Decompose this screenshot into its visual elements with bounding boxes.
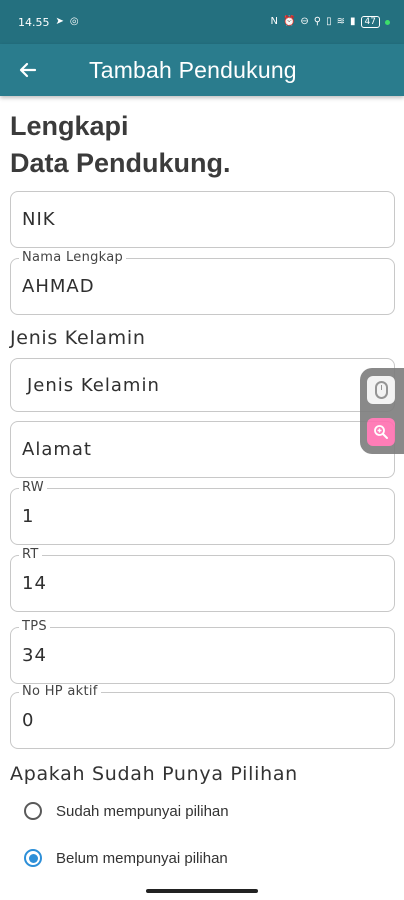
zoom-button[interactable] (367, 418, 395, 446)
home-indicator[interactable] (146, 889, 258, 893)
nama-lengkap-label: Nama Lengkap (19, 250, 127, 265)
rw-field[interactable]: RW 1 (10, 480, 395, 545)
rt-value: 14 (22, 573, 47, 594)
status-right: N ⏰ ⊖ ⚲ ▯ ≋ ▮ 47 (270, 16, 390, 28)
alamat-field[interactable]: Alamat (10, 421, 395, 478)
tps-value: 34 (22, 645, 47, 666)
alarm-icon: ⏰ (282, 16, 296, 27)
whatsapp-icon: ◎ (69, 16, 79, 27)
rt-field[interactable]: RT 14 (10, 547, 395, 612)
back-button[interactable] (0, 44, 56, 96)
radio-option-belum[interactable]: Belum mempunyai pilihan (24, 849, 228, 867)
signal-icon: ▮ (350, 16, 356, 27)
battery-indicator: 47 (360, 16, 380, 28)
location-icon: ⚲ (313, 16, 322, 27)
radio-option-label: Sudah mempunyai pilihan (56, 802, 229, 820)
pilihan-section-label: Apakah Sudah Punya Pilihan (10, 763, 298, 785)
mouse-button[interactable] (367, 376, 395, 404)
page-title: Tambah Pendukung (89, 56, 297, 83)
vibrate-icon: ▯ (326, 16, 332, 27)
wifi-icon: ≋ (336, 16, 346, 27)
tps-label: TPS (19, 619, 50, 634)
telegram-icon: ➤ (55, 16, 64, 27)
jenis-kelamin-section-label: Jenis Kelamin (10, 327, 146, 349)
tps-field[interactable]: TPS 34 (10, 619, 395, 684)
rw-value: 1 (22, 506, 35, 527)
no-hp-value: 0 (22, 710, 35, 731)
form-heading: Lengkapi Data Pendukung. (10, 108, 231, 182)
nik-field[interactable]: NIK (10, 191, 395, 248)
floating-tool-panel[interactable] (360, 368, 404, 454)
heading-line-2: Data Pendukung. (10, 148, 231, 178)
radio-checked-icon[interactable] (24, 849, 42, 867)
nama-lengkap-value: AHMAD (22, 276, 95, 297)
navigation-bar (0, 884, 404, 900)
radio-option-sudah[interactable]: Sudah mempunyai pilihan (24, 802, 229, 820)
radio-unchecked-icon[interactable] (24, 802, 42, 820)
radio-option-label: Belum mempunyai pilihan (56, 849, 228, 867)
mouse-icon (374, 381, 388, 399)
nik-placeholder: NIK (22, 209, 56, 230)
alamat-placeholder: Alamat (22, 439, 92, 460)
status-time: 14.55 (18, 15, 50, 29)
dnd-icon: ⊖ (300, 16, 309, 27)
status-left: 14.55 ➤ ◎ (18, 16, 79, 29)
jenis-kelamin-placeholder: Jenis Kelamin (27, 375, 160, 396)
status-bar: 14.55 ➤ ◎ N ⏰ ⊖ ⚲ ▯ ≋ ▮ 47 (0, 0, 404, 44)
no-hp-label: No HP aktif (19, 684, 101, 699)
rw-label: RW (19, 480, 47, 495)
arrow-left-icon (19, 62, 37, 78)
jenis-kelamin-select[interactable]: Jenis Kelamin (10, 358, 395, 412)
charging-dot-icon (385, 19, 390, 25)
zoom-in-icon (374, 425, 388, 439)
app-bar: Tambah Pendukung (0, 44, 404, 96)
heading-line-1: Lengkapi (10, 111, 129, 141)
rt-label: RT (19, 547, 42, 562)
no-hp-field[interactable]: No HP aktif 0 (10, 684, 395, 749)
nama-lengkap-field[interactable]: Nama Lengkap AHMAD (10, 250, 395, 315)
nfc-icon: N (270, 16, 278, 27)
